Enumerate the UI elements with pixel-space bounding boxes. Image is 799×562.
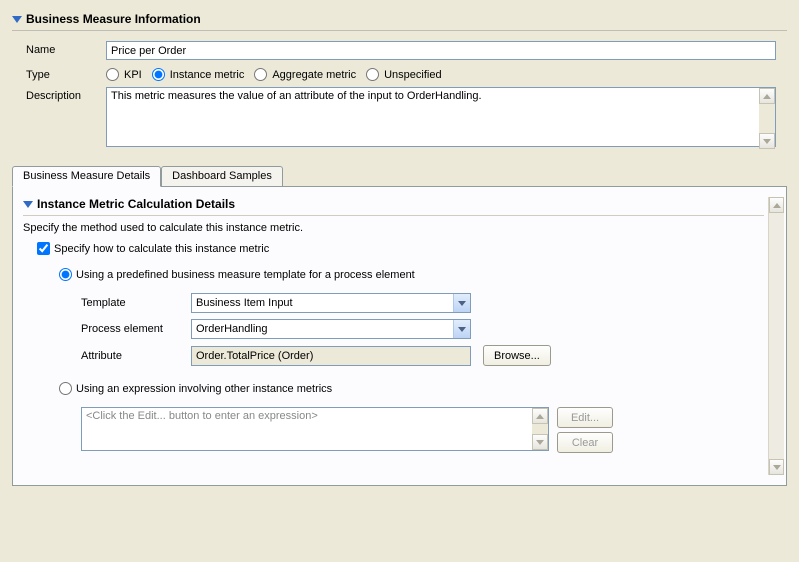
type-radio-instance-label: Instance metric — [170, 69, 245, 81]
process-combo-value: OrderHandling — [192, 323, 453, 335]
radio-expression-label: Using an expression involving other inst… — [76, 383, 332, 395]
chevron-down-icon[interactable] — [453, 320, 470, 338]
description-scrollbar[interactable] — [759, 88, 775, 149]
divider — [23, 215, 764, 216]
radio-template-label: Using a predefined business measure temp… — [76, 269, 415, 281]
type-radio-aggregate-label: Aggregate metric — [272, 69, 356, 81]
expression-input[interactable]: <Click the Edit... button to enter an ex… — [81, 407, 549, 451]
section-title: Business Measure Information — [26, 12, 201, 26]
description-label: Description — [26, 87, 106, 102]
panel-scrollbar[interactable] — [768, 197, 784, 475]
scroll-up-icon[interactable] — [769, 197, 784, 213]
calc-instruction: Specify the method used to calculate thi… — [23, 222, 764, 234]
specify-checkbox[interactable]: Specify how to calculate this instance m… — [37, 242, 269, 255]
disclosure-icon[interactable] — [23, 201, 33, 208]
name-input[interactable] — [106, 41, 776, 60]
expression-placeholder: <Click the Edit... button to enter an ex… — [86, 410, 318, 422]
scroll-up-icon[interactable] — [759, 88, 775, 104]
divider — [12, 30, 787, 31]
type-radio-aggregate[interactable]: Aggregate metric — [254, 68, 356, 81]
tab-details[interactable]: Business Measure Details — [12, 166, 161, 187]
scroll-down-icon[interactable] — [759, 133, 775, 149]
attribute-value: Order.TotalPrice (Order) — [191, 346, 471, 366]
edit-button[interactable]: Edit... — [557, 407, 613, 428]
process-combo[interactable]: OrderHandling — [191, 319, 471, 339]
scroll-up-icon[interactable] — [532, 408, 548, 424]
radio-expression[interactable]: Using an expression involving other inst… — [59, 382, 332, 395]
specify-checkbox-label: Specify how to calculate this instance m… — [54, 243, 269, 255]
type-label: Type — [26, 66, 106, 81]
tab-dashboard[interactable]: Dashboard Samples — [161, 166, 283, 186]
type-radio-kpi[interactable]: KPI — [106, 68, 142, 81]
type-radio-unspecified-label: Unspecified — [384, 69, 441, 81]
attribute-label: Attribute — [81, 350, 191, 362]
disclosure-icon[interactable] — [12, 16, 22, 23]
tab-details-label: Business Measure Details — [23, 170, 150, 182]
template-combo-value: Business Item Input — [192, 297, 453, 309]
description-input[interactable] — [106, 87, 776, 147]
type-radio-kpi-label: KPI — [124, 69, 142, 81]
type-radio-instance[interactable]: Instance metric — [152, 68, 245, 81]
scroll-down-icon[interactable] — [532, 434, 548, 450]
name-label: Name — [26, 41, 106, 56]
process-label: Process element — [81, 323, 191, 335]
expression-scrollbar[interactable] — [532, 408, 548, 450]
template-label: Template — [81, 297, 191, 309]
tab-dashboard-label: Dashboard Samples — [172, 170, 272, 182]
type-radio-unspecified[interactable]: Unspecified — [366, 68, 441, 81]
template-combo[interactable]: Business Item Input — [191, 293, 471, 313]
scroll-down-icon[interactable] — [769, 459, 784, 475]
radio-template[interactable]: Using a predefined business measure temp… — [59, 268, 415, 281]
calc-section-title: Instance Metric Calculation Details — [37, 197, 235, 211]
browse-button[interactable]: Browse... — [483, 345, 551, 366]
clear-button[interactable]: Clear — [557, 432, 613, 453]
chevron-down-icon[interactable] — [453, 294, 470, 312]
